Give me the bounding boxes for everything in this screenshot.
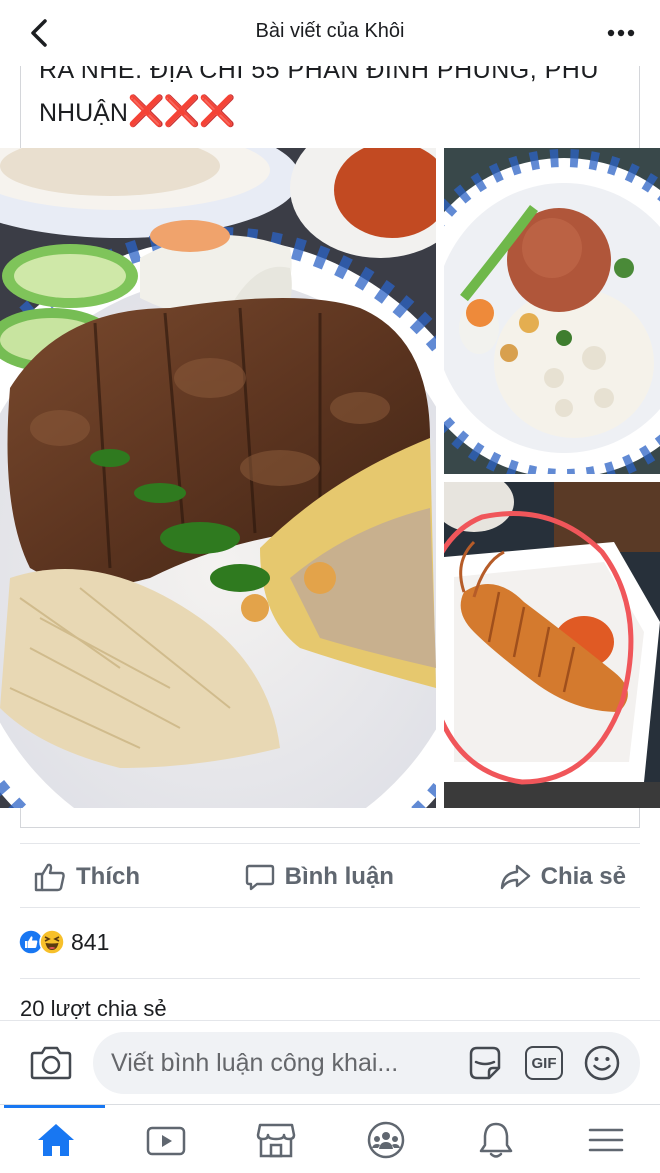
- like-label: Thích: [76, 863, 140, 890]
- divider: [20, 978, 640, 979]
- emoji-button[interactable]: [583, 1044, 621, 1082]
- nav-marketplace[interactable]: [254, 1119, 298, 1161]
- haha-reaction-icon: [39, 929, 65, 955]
- post-photos: [0, 148, 660, 808]
- post-actions: Thích Bình luận Chia sẻ: [20, 848, 640, 906]
- home-icon: [38, 1124, 74, 1156]
- photo-grilled-squid-circled[interactable]: [444, 482, 660, 808]
- share-button[interactable]: Chia sẻ: [485, 855, 640, 899]
- sticker-button[interactable]: [465, 1044, 505, 1084]
- cross-mark-emoji: ❌❌❌: [127, 95, 236, 128]
- photo-rice-meatball[interactable]: [444, 148, 660, 474]
- comment-button[interactable]: Bình luận: [231, 854, 408, 900]
- comment-composer: GIF: [0, 1020, 660, 1104]
- nav-watch[interactable]: [144, 1119, 188, 1161]
- marketplace-icon: [256, 1123, 296, 1158]
- notifications-icon: [479, 1122, 513, 1158]
- comment-field: GIF: [93, 1032, 640, 1094]
- groups-icon: [367, 1121, 405, 1159]
- page-title: Bài viết của Khôi: [255, 20, 405, 42]
- thumbs-up-icon: [34, 863, 65, 892]
- post-text: RA NHE. ĐỊA CHỈ 55 PHAN ĐÌNH PHÙNG, PHÚ …: [20, 66, 640, 148]
- post-card-bottom-border: [20, 808, 640, 828]
- menu-icon: [588, 1128, 624, 1152]
- divider: [20, 907, 640, 908]
- nav-menu[interactable]: [584, 1119, 628, 1161]
- comment-input[interactable]: [111, 1044, 451, 1082]
- sticker-icon: [469, 1046, 501, 1080]
- bottom-navigation: [0, 1104, 660, 1173]
- camera-button[interactable]: [30, 1043, 72, 1081]
- post-text-line-2: NHUẬN❌❌❌: [39, 94, 236, 129]
- active-tab-indicator: [4, 1105, 105, 1108]
- top-bar: Bài viết của Khôi: [0, 0, 660, 66]
- emoji-icon: [584, 1045, 620, 1081]
- share-label: Chia sẻ: [540, 863, 626, 890]
- reaction-count: 841: [71, 928, 110, 955]
- gif-button[interactable]: GIF: [525, 1046, 563, 1080]
- more-horizontal-icon: [607, 29, 635, 37]
- post-text-word: NHUẬN: [39, 99, 128, 127]
- reaction-icons: [18, 929, 65, 955]
- comment-label: Bình luận: [284, 863, 394, 890]
- divider: [20, 843, 640, 844]
- reactions-summary[interactable]: 841: [18, 926, 109, 958]
- photo-broken-rice-pork-chop[interactable]: [0, 148, 436, 808]
- comment-icon: [245, 864, 274, 891]
- share-icon: [500, 864, 530, 890]
- watch-icon: [146, 1126, 186, 1156]
- like-button[interactable]: Thích: [20, 854, 154, 900]
- share-count[interactable]: 20 lượt chia sẻ: [20, 996, 167, 1020]
- nav-groups[interactable]: [364, 1119, 408, 1161]
- nav-notifications[interactable]: [474, 1119, 518, 1161]
- nav-home[interactable]: [34, 1119, 78, 1161]
- more-options-button[interactable]: [604, 18, 638, 48]
- camera-icon: [30, 1046, 72, 1080]
- post-text-line-1: RA NHE. ĐỊA CHỈ 55 PHAN ĐÌNH PHÙNG, PHÚ: [39, 66, 599, 84]
